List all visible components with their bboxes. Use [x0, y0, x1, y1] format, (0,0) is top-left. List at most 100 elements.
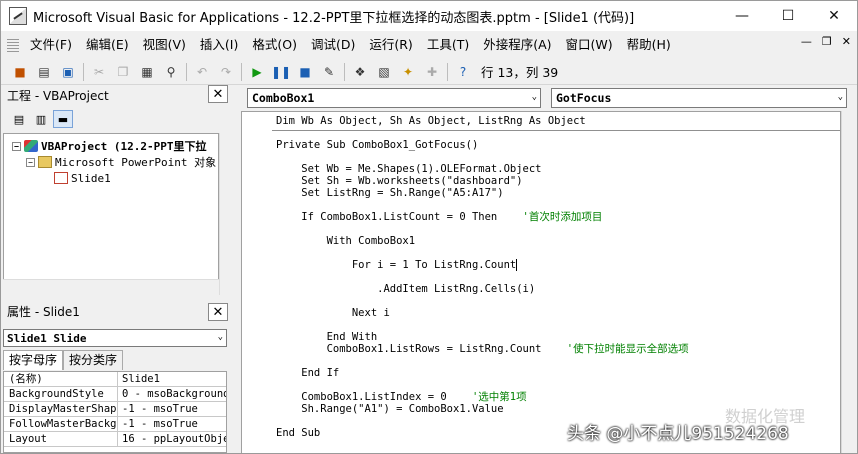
code-vertical-scrollbar[interactable]	[841, 111, 857, 453]
chevron-down-icon[interactable]: ⌄	[838, 92, 843, 102]
code-line[interactable]: Dim Wb As Object, Sh As Object, ListRng …	[276, 115, 586, 127]
property-row[interactable]: BackgroundStyle 0 - msoBackground	[4, 387, 226, 402]
run-icon[interactable]: ▶	[246, 62, 268, 82]
break-icon[interactable]: ❚❚	[270, 62, 292, 82]
project-pane-title: 工程 - VBAProject	[3, 85, 229, 105]
redo-icon[interactable]: ↷	[215, 62, 237, 82]
property-row[interactable]: FollowMasterBackgr -1 - msoTrue	[4, 417, 226, 432]
collapse-icon[interactable]: −	[26, 157, 35, 167]
find-icon[interactable]: ⚲	[160, 62, 182, 82]
minimize-button[interactable]: —	[719, 1, 765, 31]
maximize-button[interactable]: ☐	[765, 1, 811, 31]
toolbar-separator	[83, 62, 84, 81]
object-browser-icon[interactable]: ✦	[397, 62, 419, 82]
properties-pane-close-button[interactable]: ✕	[208, 303, 228, 321]
menu-insert[interactable]: 插入(I)	[193, 34, 245, 56]
menu-help[interactable]: 帮助(H)	[620, 34, 678, 56]
code-line[interactable]: If ComboBox1.ListCount = 0 Then '首次时添加项目	[276, 211, 602, 223]
chevron-down-icon[interactable]: ⌄	[532, 92, 537, 102]
code-procedure-combo[interactable]: GotFocus ⌄	[551, 88, 847, 108]
menu-file[interactable]: 文件(F)	[23, 34, 79, 56]
property-row[interactable]: (名称) Slide1	[4, 372, 226, 387]
cut-icon[interactable]: ✂	[88, 62, 110, 82]
save-icon[interactable]: ▣	[57, 62, 79, 82]
code-line[interactable]: With ComboBox1	[276, 235, 416, 247]
code-line[interactable]: Next i	[276, 307, 390, 319]
mdi-restore-button[interactable]: ❐	[822, 35, 832, 48]
menu-run[interactable]: 运行(R)	[362, 34, 419, 56]
property-row[interactable]: DisplayMasterShape -1 - msoTrue	[4, 402, 226, 417]
properties-grid: (名称) Slide1 BackgroundStyle 0 - msoBackg…	[3, 371, 227, 453]
insert-module-icon[interactable]: ▤	[33, 62, 55, 82]
project-tree: − VBAProject (12.2-PPT里下拉 − Microsoft Po…	[3, 133, 219, 295]
code-line[interactable]: Set Wb = Me.Shapes(1).OLEFormat.Object	[276, 163, 541, 175]
undo-icon[interactable]: ↶	[191, 62, 213, 82]
paste-icon[interactable]: ▦	[136, 62, 158, 82]
menu-tools[interactable]: 工具(T)	[420, 34, 476, 56]
project-vertical-scrollbar[interactable]	[219, 133, 229, 295]
view-object-icon[interactable]: ▥	[31, 110, 51, 128]
view-host-app-icon[interactable]: ■	[9, 62, 31, 82]
vba-app-icon	[9, 7, 27, 25]
tab-alphabetic[interactable]: 按字母序	[3, 350, 64, 370]
code-line[interactable]: For i = 1 To ListRng.Count	[276, 259, 518, 271]
project-explorer-icon[interactable]: ❖	[349, 62, 371, 82]
code-line[interactable]: Sh.Range("A1") = ComboBox1.Value	[276, 403, 503, 415]
menubar-grip-icon[interactable]	[7, 38, 19, 52]
cursor-position: 行 13，列 39	[481, 65, 559, 80]
chevron-down-icon[interactable]: ⌄	[218, 332, 223, 342]
reset-icon[interactable]: ■	[294, 62, 316, 82]
code-line[interactable]: ComboBox1.ListRows = ListRng.Count '使下拉时…	[276, 343, 689, 355]
properties-window-icon[interactable]: ▧	[373, 62, 395, 82]
menu-edit[interactable]: 编辑(E)	[79, 34, 136, 56]
toolbox-icon[interactable]: ✚	[421, 62, 443, 82]
project-horizontal-scrollbar[interactable]	[3, 279, 219, 295]
toolbar-separator	[447, 62, 448, 81]
menu-view[interactable]: 视图(V)	[136, 34, 193, 56]
mdi-close-button[interactable]: ✕	[842, 35, 851, 48]
copy-icon[interactable]: ❐	[112, 62, 134, 82]
code-line[interactable]: Private Sub ComboBox1_GotFocus()	[276, 139, 478, 151]
code-object-combo[interactable]: ComboBox1 ⌄	[247, 88, 541, 108]
toolbar-separator	[241, 62, 242, 81]
window-title: Microsoft Visual Basic for Applications …	[33, 10, 635, 26]
toolbar-separator	[186, 62, 187, 81]
tree-item-slide1[interactable]: Slide1	[54, 170, 111, 186]
menu-format[interactable]: 格式(O)	[245, 34, 304, 56]
toggle-folders-icon[interactable]: ▬	[53, 110, 73, 128]
design-mode-icon[interactable]: ✎	[318, 62, 340, 82]
menu-debug[interactable]: 调试(D)	[304, 34, 362, 56]
code-line[interactable]: Set Sh = Wb.worksheets("dashboard")	[276, 175, 522, 187]
view-code-icon[interactable]: ▤	[9, 110, 29, 128]
property-row[interactable]: Layout 16 - ppLayoutObje	[4, 432, 226, 447]
title-bar: Microsoft Visual Basic for Applications …	[1, 1, 857, 31]
properties-object-combo[interactable]: Slide1 Slide ⌄	[3, 329, 227, 347]
properties-tabs: 按字母序 按分类序	[3, 350, 124, 370]
close-button[interactable]: ✕	[811, 1, 857, 31]
project-pane-close-button[interactable]: ✕	[208, 85, 228, 103]
text-cursor	[516, 259, 518, 271]
folder-icon	[38, 156, 52, 168]
code-line[interactable]: End Sub	[276, 427, 320, 439]
watermark-author: 头条 @小不点儿951524268	[567, 424, 789, 444]
menu-addins[interactable]: 外接程序(A)	[476, 34, 558, 56]
mdi-minimize-button[interactable]: —	[801, 35, 812, 48]
code-line[interactable]: ComboBox1.ListIndex = 0 '选中第1项	[276, 391, 526, 403]
project-toolbar: ▤ ▥ ▬	[3, 107, 229, 131]
menu-bar: 文件(F) 编辑(E) 视图(V) 插入(I) 格式(O) 调试(D) 运行(R…	[1, 32, 857, 58]
window-controls: — ☐ ✕	[719, 1, 857, 31]
standard-toolbar: ■ ▤ ▣ ✂ ❐ ▦ ⚲ ↶ ↷ ▶ ❚❚ ■ ✎ ❖ ▧ ✦ ✚ ? 行 1…	[1, 59, 857, 85]
vba-editor-window: Microsoft Visual Basic for Applications …	[0, 0, 858, 454]
code-line[interactable]: .AddItem ListRng.Cells(i)	[276, 283, 535, 295]
code-line[interactable]: End With	[276, 331, 378, 343]
collapse-icon[interactable]: −	[12, 141, 21, 151]
help-icon[interactable]: ?	[452, 62, 474, 82]
vba-project-icon	[24, 140, 38, 152]
code-line[interactable]: End If	[276, 367, 339, 379]
tree-item-ppt-objects[interactable]: − Microsoft PowerPoint 对象	[26, 154, 216, 170]
slide-icon	[54, 172, 68, 184]
menu-window[interactable]: 窗口(W)	[559, 34, 620, 56]
code-line[interactable]: Set ListRng = Sh.Range("A5:A17")	[276, 187, 503, 199]
tree-item-vbaproject[interactable]: − VBAProject (12.2-PPT里下拉	[12, 138, 206, 154]
tab-categorized[interactable]: 按分类序	[63, 350, 124, 370]
